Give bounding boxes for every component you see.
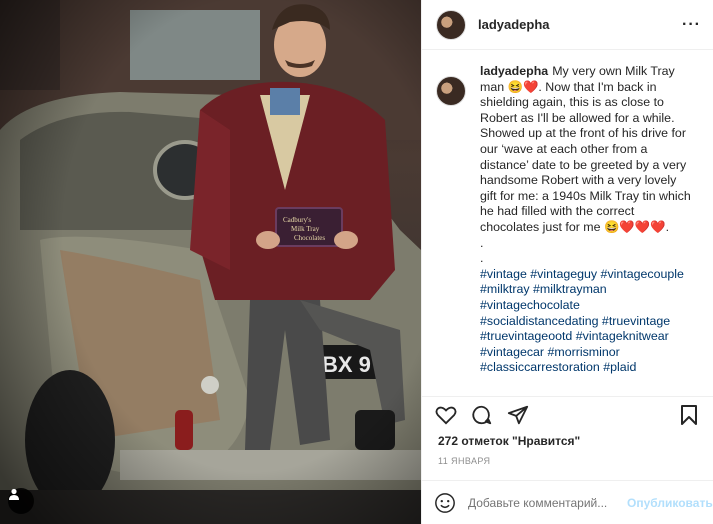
user-tag-button[interactable] [8, 488, 34, 514]
user-tag-icon [9, 488, 19, 500]
caption-block: ladyadepha My very own Milk Tray man 😆❤️.… [436, 64, 705, 394]
action-bar [422, 396, 713, 432]
caption-text: My very own Milk Tray man 😆❤️. Now that … [480, 64, 691, 234]
heart-icon [435, 406, 457, 424]
bookmark-icon [681, 404, 697, 425]
photo-illustration: BX 9 Cadbury's Milk Tray Chocolates [0, 0, 421, 524]
post-date[interactable]: 11 ЯНВАРЯ [438, 456, 490, 466]
post-sidebar: ladyadepha ··· ladyadepha My very own Mil… [421, 0, 713, 524]
comment-button[interactable] [470, 403, 494, 427]
header-username[interactable]: ladyadepha [478, 17, 550, 32]
post-photo[interactable]: BX 9 Cadbury's Milk Tray Chocolates [0, 0, 421, 524]
post-header: ladyadepha ··· [422, 0, 713, 50]
emoji-button[interactable] [434, 490, 456, 516]
caption-text-block: ladyadepha My very own Milk Tray man 😆❤️.… [480, 64, 695, 394]
caption-username[interactable]: ladyadepha [480, 64, 548, 78]
share-button[interactable] [506, 403, 530, 427]
ellipsis-icon[interactable]: ··· [682, 16, 701, 34]
caption-avatar[interactable] [436, 76, 466, 106]
likes-count[interactable]: 272 отметок "Нравится" [438, 434, 580, 448]
add-comment-bar: Опубликовать [422, 480, 713, 524]
like-button[interactable] [434, 403, 458, 427]
hashtags[interactable]: #vintage #vintageguy #vintagecouple #mil… [480, 267, 684, 375]
caption-dot: . [480, 235, 484, 250]
smiley-icon [435, 492, 455, 513]
publish-button[interactable]: Опубликовать [627, 496, 713, 510]
share-icon [507, 405, 529, 424]
comment-input[interactable] [468, 495, 623, 510]
save-button[interactable] [677, 403, 701, 427]
instagram-post: BX 9 Cadbury's Milk Tray Chocolates [0, 0, 713, 524]
avatar[interactable] [436, 9, 466, 40]
comment-icon [472, 405, 492, 424]
caption-dot: . [480, 251, 484, 266]
